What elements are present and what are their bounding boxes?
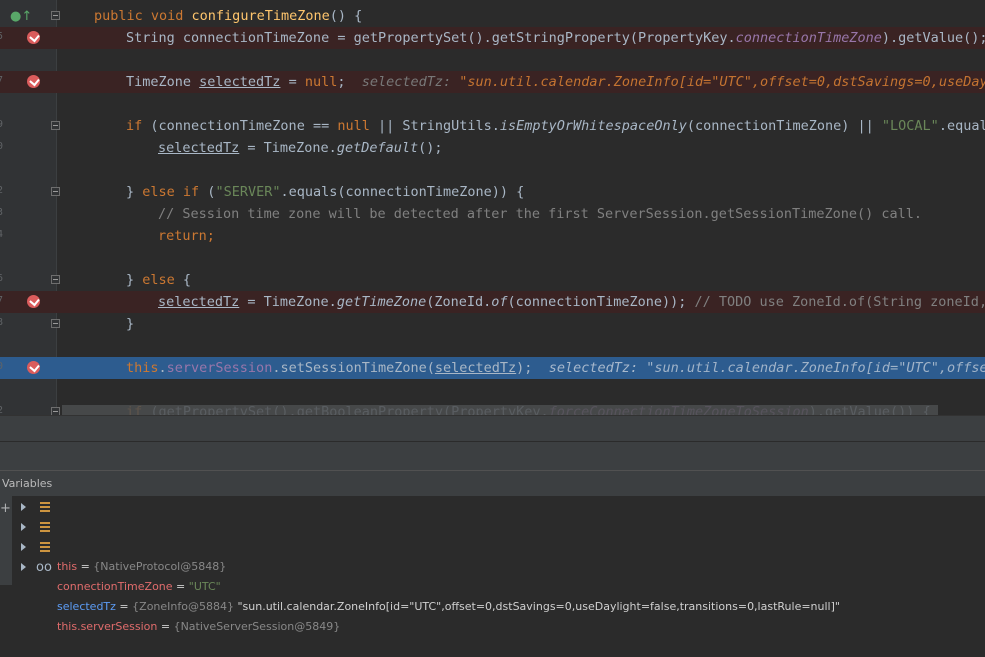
code-line[interactable]: 7 TimeZone selectedTz = null; selectedTz… bbox=[0, 71, 985, 93]
debug-toolbar bbox=[0, 415, 985, 442]
field-icon bbox=[40, 502, 50, 512]
breakpoint-icon[interactable] bbox=[27, 31, 40, 44]
variable-name: connectionTimeZone bbox=[57, 580, 173, 593]
code-line[interactable]: 3 // Session time zone will be detected … bbox=[0, 203, 985, 225]
variable-type: {ZoneInfo@5884} bbox=[132, 600, 234, 613]
variable-type: {NativeServerSession@5849} bbox=[173, 620, 341, 633]
fold-marker-icon[interactable] bbox=[51, 11, 60, 20]
inline-debug-label: selectedTz: bbox=[361, 74, 452, 90]
variable-value: "UTC" bbox=[188, 580, 221, 593]
variable-row[interactable]: connectionTimeZone = "UTC" bbox=[16, 517, 221, 593]
fold-marker-icon[interactable] bbox=[51, 187, 60, 196]
code-line[interactable]: 0 selectedTz = TimeZone.getDefault(); bbox=[0, 137, 985, 159]
inline-debug-value: "sun.util.calendar.ZoneInfo[id="UTC",off… bbox=[459, 74, 985, 90]
variables-title: Variables bbox=[2, 477, 53, 490]
code-line[interactable]: ●↑ public void configureTimeZone() { bbox=[0, 5, 985, 27]
code-editor[interactable]: ●↑ public void configureTimeZone() { 5 S… bbox=[0, 0, 985, 415]
variable-row[interactable]: oo this.serverSession = {NativeServerSes… bbox=[16, 557, 340, 633]
code-line[interactable]: 7 selectedTz = TimeZone.getTimeZone(Zone… bbox=[0, 291, 985, 313]
expand-caret-icon[interactable] bbox=[21, 543, 26, 551]
variable-type: {NativeProtocol@5848} bbox=[93, 560, 227, 573]
code-line[interactable]: 8 } bbox=[0, 313, 985, 335]
breakpoint-icon[interactable] bbox=[27, 75, 40, 88]
code-line[interactable]: 2 } else if ("SERVER".equals(connectionT… bbox=[0, 181, 985, 203]
expand-caret-icon[interactable] bbox=[21, 503, 26, 511]
variables-header: Variables bbox=[0, 470, 985, 497]
field-icon bbox=[40, 542, 50, 552]
fold-marker-icon[interactable] bbox=[51, 275, 60, 284]
fold-marker-icon[interactable] bbox=[51, 319, 60, 328]
variable-name: selectedTz bbox=[57, 600, 116, 613]
code-line[interactable]: 9 if (connectionTimeZone == null || Stri… bbox=[0, 115, 985, 137]
variable-value: "sun.util.calendar.ZoneInfo[id="UTC",off… bbox=[233, 600, 840, 613]
variable-row[interactable]: this = {NativeProtocol@5848} bbox=[16, 497, 226, 573]
inline-debug-label: selectedTz: bbox=[548, 360, 639, 376]
variable-name: this.serverSession bbox=[57, 620, 158, 633]
expand-caret-icon[interactable] bbox=[21, 523, 26, 531]
field-icon bbox=[40, 522, 50, 532]
variable-name: this bbox=[57, 560, 78, 573]
expand-caret-icon[interactable] bbox=[21, 563, 26, 571]
add-watch-icon[interactable]: + bbox=[0, 501, 11, 516]
code-line[interactable]: 5 String connectionTimeZone = getPropert… bbox=[0, 27, 985, 49]
horizontal-scrollbar[interactable] bbox=[62, 405, 938, 415]
variables-panel[interactable]: + this = {NativeProtocol@5848} connectio… bbox=[0, 496, 985, 633]
watch-icon: oo bbox=[36, 560, 52, 575]
current-execution-line[interactable]: 0 this.serverSession.setSessionTimeZone(… bbox=[0, 357, 985, 379]
variables-side-toolbar: + bbox=[0, 496, 12, 585]
code-line[interactable]: 4 return; bbox=[0, 225, 985, 247]
code-line[interactable]: 6 } else { bbox=[0, 269, 985, 291]
frames-toolbar bbox=[0, 441, 985, 470]
fold-marker-icon[interactable] bbox=[51, 121, 60, 130]
fold-marker-icon[interactable] bbox=[51, 407, 60, 415]
override-up-icon[interactable]: ●↑ bbox=[10, 9, 32, 24]
breakpoint-icon[interactable] bbox=[27, 295, 40, 308]
inline-debug-value: "sun.util.calendar.ZoneInfo[id="UTC",off… bbox=[646, 360, 985, 376]
variable-row[interactable]: selectedTz = {ZoneInfo@5884} "sun.util.c… bbox=[16, 537, 840, 613]
breakpoint-icon[interactable] bbox=[27, 361, 40, 374]
